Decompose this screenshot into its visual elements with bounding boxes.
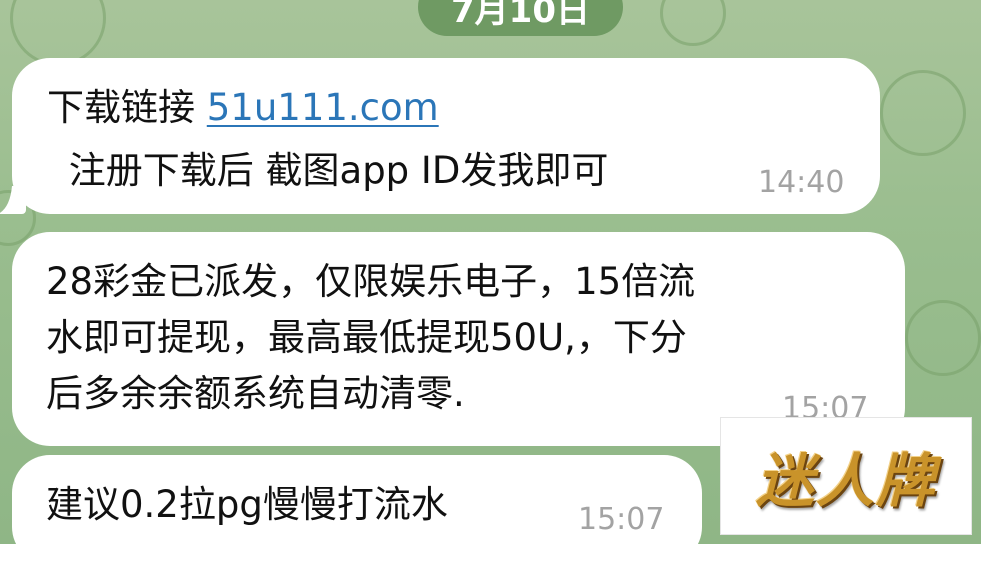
message-text-line: 28彩金已派发，仅限娱乐电子，15倍流 bbox=[46, 260, 696, 303]
watermark-text: 迷人牌 bbox=[755, 447, 936, 515]
background-doodle bbox=[10, 0, 106, 66]
message-text-line: 后多余余额系统自动清零. bbox=[46, 372, 465, 415]
message-timestamp: 15:07 bbox=[578, 502, 665, 537]
background-doodle bbox=[905, 300, 981, 376]
message-bubble[interactable]: 28彩金已派发，仅限娱乐电子，15倍流 水即可提现，最高最低提现50U,，下分 … bbox=[12, 232, 905, 446]
message-bubble[interactable]: 下载链接 51u111.com 注册下载后 截图app ID发我即可 bbox=[12, 58, 880, 214]
message-timestamp: 14:40 bbox=[758, 165, 845, 200]
background-doodle bbox=[880, 70, 966, 156]
watermark-logo: 迷人牌 bbox=[721, 418, 971, 534]
message-text-line: 注册下载后 截图app ID发我即可 bbox=[57, 149, 609, 192]
download-link[interactable]: 51u111.com bbox=[207, 86, 439, 129]
message-text-prefix: 下载链接 bbox=[47, 86, 207, 129]
background-doodle bbox=[660, 0, 726, 46]
message-text: 建议0.2拉pg慢慢打流水 bbox=[46, 477, 448, 533]
message-text: 28彩金已派发，仅限娱乐电子，15倍流 水即可提现，最高最低提现50U,，下分 … bbox=[46, 254, 695, 422]
date-separator: 7月10日 bbox=[418, 0, 623, 36]
message-text-line: 水即可提现，最高最低提现50U,，下分 bbox=[46, 316, 687, 359]
message-text: 下载链接 51u111.com bbox=[47, 80, 439, 136]
message-text-line: 建议0.2拉pg慢慢打流水 bbox=[46, 483, 448, 526]
